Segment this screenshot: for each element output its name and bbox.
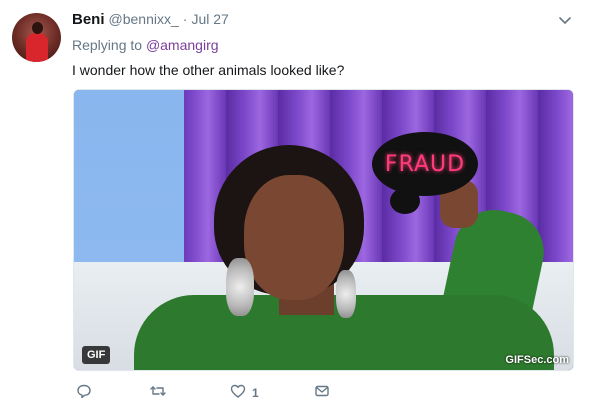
- like-button[interactable]: 1: [230, 383, 259, 403]
- header-separator: ·: [182, 11, 188, 27]
- replying-to-line: Replying to @amangirg: [72, 37, 219, 53]
- media-earring-right: [336, 270, 356, 318]
- author-name[interactable]: Beni: [72, 11, 105, 28]
- replying-to-prefix: Replying to: [72, 37, 143, 53]
- avatar-figure-head: [32, 22, 43, 34]
- like-count: 1: [252, 386, 259, 400]
- tweet-actions: 1: [72, 383, 372, 403]
- retweet-icon: [150, 383, 166, 404]
- tweet-date[interactable]: Jul 27: [191, 11, 228, 27]
- envelope-icon: [314, 383, 330, 404]
- chevron-down-icon[interactable]: [557, 12, 573, 28]
- media-earring-left: [226, 258, 254, 316]
- tweet-text: I wonder how the other animals looked li…: [72, 62, 345, 78]
- retweet-button[interactable]: [150, 383, 166, 403]
- avatar-figure-body: [26, 33, 48, 62]
- direct-message-button[interactable]: [314, 383, 330, 403]
- avatar[interactable]: [12, 13, 61, 62]
- heart-icon: [230, 383, 246, 404]
- media-person-face: [244, 175, 344, 300]
- gif-badge: GIF: [82, 346, 111, 364]
- gif-watermark: GIFSec.com: [505, 354, 569, 366]
- author-handle[interactable]: @bennixx_: [109, 11, 179, 27]
- tweet[interactable]: Beni @bennixx_ · Jul 27 Replying to @ama…: [0, 0, 601, 407]
- tweet-header: Beni @bennixx_ · Jul 27: [72, 11, 229, 29]
- fraud-sign-text: FRAUD: [384, 151, 466, 177]
- replying-to-mention[interactable]: @amangirg: [146, 37, 219, 53]
- reply-button[interactable]: [76, 383, 92, 403]
- media-fraud-sign: FRAUD: [372, 132, 478, 196]
- reply-icon: [76, 383, 92, 404]
- gif-media[interactable]: FRAUD GIF GIFSec.com: [73, 89, 574, 371]
